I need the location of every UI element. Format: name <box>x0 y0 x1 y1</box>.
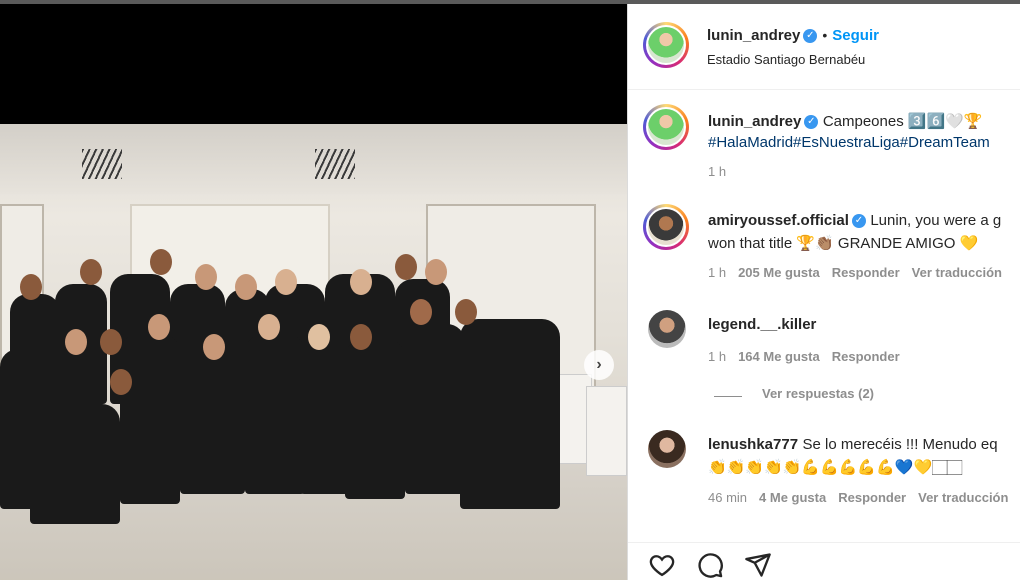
caption-author[interactable]: lunin_andrey <box>708 113 801 130</box>
comment-likes[interactable]: 205 Me gusta <box>738 265 820 280</box>
comment-icon[interactable] <box>696 551 724 579</box>
comment-text: Se lo merecéis !!! Menudo eq <box>802 436 998 453</box>
separator-dot: • <box>822 27 828 43</box>
comment-author[interactable]: lenushka777 <box>708 436 798 453</box>
comment-avatar[interactable] <box>643 204 689 250</box>
comment-avatar[interactable] <box>648 430 686 468</box>
author-username[interactable]: lunin_andrey <box>707 27 800 44</box>
translate-button[interactable]: Ver traducción <box>918 490 1008 505</box>
verified-badge-icon: ✓ <box>803 28 818 43</box>
comment-time: 1 h <box>708 265 727 280</box>
view-replies-button[interactable]: Ver respuestas (2) <box>762 386 874 401</box>
post-panel: lunin_andrey ✓ • Seguir Estadio Santiago Be… <box>627 4 1020 580</box>
comment-text: Lunin, you were a g <box>870 212 1002 229</box>
post-media: › <box>0 4 627 580</box>
chevron-right-icon: › <box>596 356 602 373</box>
comment-likes[interactable]: 4 Me gusta <box>759 490 826 505</box>
comment-author[interactable]: amiryoussef.official <box>708 212 849 229</box>
comment-avatar[interactable] <box>648 310 686 348</box>
verified-badge-icon: ✓ <box>804 114 819 129</box>
location-link[interactable]: Estadio Santiago Bernabéu <box>707 52 865 67</box>
post-header: lunin_andrey ✓ • Seguir Estadio Santiago Be… <box>628 4 1020 90</box>
reply-button[interactable]: Responder <box>832 265 900 280</box>
verified-badge-icon: ✓ <box>851 213 866 228</box>
comment-likes[interactable]: 164 Me gusta <box>738 349 820 364</box>
caption-avatar[interactable] <box>643 104 689 150</box>
replies-divider <box>714 396 742 397</box>
caption-text: Campeones 3️⃣6️⃣🤍🏆 <box>822 113 983 130</box>
paper-plane-icon[interactable] <box>744 551 772 579</box>
action-bar <box>628 542 1020 580</box>
heart-icon[interactable] <box>648 551 676 579</box>
reply-button[interactable]: Responder <box>832 349 900 364</box>
reply-button[interactable]: Responder <box>838 490 906 505</box>
comment-text-continued: 👏👏👏👏👏💪💪💪💪💪💙💛🏻🏻 <box>708 459 963 476</box>
caption-time: 1 h <box>708 164 727 179</box>
author-avatar[interactable] <box>643 22 689 68</box>
caption-hashtags[interactable]: #HalaMadrid#EsNuestraLiga#DreamTeam <box>708 134 990 151</box>
comment-time: 46 min <box>708 490 748 505</box>
comment-time: 1 h <box>708 349 727 364</box>
team-photo <box>0 124 627 580</box>
next-slide-button[interactable]: › <box>584 350 614 380</box>
comment-text-continued: won that title 🏆👏🏽 GRANDE AMIGO 💛 <box>708 235 979 252</box>
follow-button[interactable]: Seguir <box>832 27 879 44</box>
comment-author[interactable]: legend.__.killer <box>708 316 816 333</box>
translate-button[interactable]: Ver traducción <box>912 265 1002 280</box>
